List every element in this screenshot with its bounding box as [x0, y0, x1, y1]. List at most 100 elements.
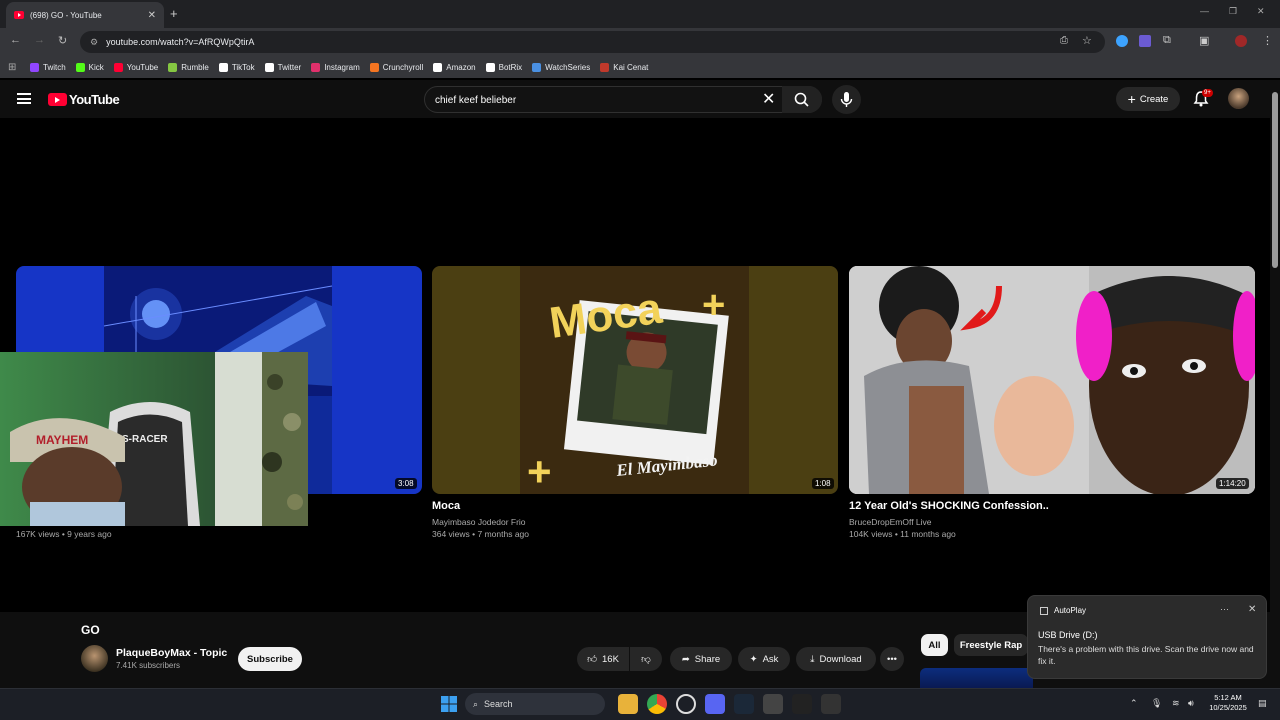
chrome-taskbar-icon[interactable] — [647, 694, 667, 714]
bookmark-label: Amazon — [446, 62, 476, 72]
bookmark-kick[interactable]: Kick — [75, 62, 104, 72]
taskbar-search-icon: ⌕ — [473, 698, 479, 709]
youtube-play-icon — [48, 93, 67, 106]
bookmark-twitter[interactable]: Twitter — [264, 62, 301, 72]
video-title: GO — [81, 623, 100, 637]
youtube-logo[interactable]: YouTube — [48, 92, 120, 107]
subscriber-count: 7.41K subscribers — [116, 661, 181, 670]
recommended-video-thumbnail[interactable] — [920, 668, 1033, 688]
cap-text: MAYHEM — [36, 433, 88, 447]
start-windows-icon[interactable] — [439, 694, 459, 714]
bookmark-crunchyroll[interactable]: Crunchyroll — [369, 62, 423, 72]
chip-all[interactable]: All — [921, 634, 948, 656]
capcut-taskbar-icon[interactable] — [792, 694, 812, 714]
window-close-icon[interactable]: ✕ — [1257, 6, 1265, 17]
forward-icon[interactable]: → — [34, 34, 45, 46]
search-input[interactable] — [435, 92, 755, 108]
create-button[interactable]: + Create — [1116, 87, 1180, 111]
bookmark-tiktok[interactable]: TikTok — [218, 62, 255, 72]
bookmark-label: TikTok — [231, 62, 255, 72]
channel-name[interactable]: PlaqueBoyMax - Topic — [116, 647, 227, 659]
dislike-button[interactable]: 👎︎ — [630, 647, 662, 671]
browser-tab[interactable]: (698) GO - YouTube ✕ — [6, 2, 164, 28]
sparkle-icon: ✦ — [749, 653, 758, 665]
back-icon[interactable]: ← — [10, 34, 21, 46]
toast-close-icon[interactable]: ✕ — [1248, 604, 1256, 615]
bookmark-favicon-icon — [168, 62, 178, 72]
game-taskbar-icon[interactable] — [821, 694, 841, 714]
chip-freestyle-rap[interactable]: Freestyle Rap — [954, 634, 1028, 656]
bookmark-favicon-icon — [218, 62, 228, 72]
cast-icon[interactable]: ⎙ — [1060, 35, 1068, 46]
taskbar-search-box[interactable]: ⌕ Search — [465, 693, 605, 715]
site-info-icon[interactable]: ⚙ — [90, 37, 98, 48]
bookmark-botrix[interactable]: BotRix — [485, 62, 523, 72]
bookmark-favicon-icon — [433, 62, 443, 72]
more-actions-button[interactable]: ••• — [880, 647, 904, 671]
apps-grid-icon[interactable]: ⊞ — [8, 62, 30, 73]
video-thumbnail-3[interactable] — [849, 266, 1255, 494]
voice-search-button[interactable] — [832, 85, 861, 114]
video-title-2[interactable]: Moca — [432, 500, 460, 512]
extension-1-icon[interactable] — [1116, 35, 1128, 47]
system-clock[interactable]: 5:12 AM 10/25/2025 — [1204, 693, 1252, 713]
profile-avatar-icon[interactable] — [1235, 35, 1247, 47]
bookmark-label: BotRix — [498, 62, 523, 72]
thumbs-up-icon: 👍︎ — [587, 654, 598, 665]
share-button[interactable]: ➦ Share — [670, 647, 732, 671]
bookmark-twitch[interactable]: Twitch — [30, 62, 66, 72]
discord-taskbar-icon[interactable] — [705, 694, 725, 714]
clear-search-icon[interactable]: ✕ — [762, 89, 775, 109]
taskbar-search-placeholder: Search — [484, 699, 513, 709]
extension-2-icon[interactable] — [1139, 35, 1151, 47]
new-tab-icon[interactable]: + — [170, 6, 178, 21]
bookmark-star-icon[interactable]: ☆ — [1082, 34, 1092, 47]
notification-center-icon[interactable]: ▤ — [1258, 698, 1267, 709]
minimize-icon[interactable]: — — [1200, 6, 1209, 16]
search-button[interactable] — [782, 86, 822, 113]
file-explorer-icon[interactable] — [618, 694, 638, 714]
video-title-3[interactable]: 12 Year Old's SHOCKING Confession.. — [849, 500, 1049, 512]
video-channel-2[interactable]: Mayimbaso Jodedor Frio — [432, 517, 526, 527]
ask-button[interactable]: ✦ Ask — [738, 647, 790, 671]
bookmark-watchseries[interactable]: WatchSeries — [532, 62, 590, 72]
bookmark-label: YouTube — [126, 62, 159, 72]
account-avatar[interactable] — [1228, 88, 1249, 109]
moca-thumbnail-art: Moca + + El Mayimbaso — [520, 266, 749, 494]
tab-close-icon[interactable]: ✕ — [148, 10, 156, 21]
bookmark-label: Rumble — [181, 62, 209, 72]
bookmark-instagram[interactable]: Instagram — [311, 62, 360, 72]
scrollbar-thumb[interactable] — [1272, 92, 1278, 268]
bookmark-youtube[interactable]: YouTube — [113, 62, 159, 72]
share-icon: ➦ — [681, 653, 690, 665]
bookmark-amazon[interactable]: Amazon — [433, 62, 476, 72]
toast-more-icon[interactable]: ··· — [1220, 604, 1229, 614]
maximize-icon[interactable]: ❐ — [1229, 6, 1237, 17]
subscribe-button[interactable]: Subscribe — [238, 647, 302, 671]
download-button[interactable]: ⤓ Download — [796, 647, 876, 671]
bookmark-kai-cenat[interactable]: Kai Cenat — [600, 62, 648, 72]
obs-taskbar-icon[interactable] — [763, 694, 783, 714]
steam-taskbar-icon[interactable] — [734, 694, 754, 714]
tray-wifi-icon[interactable]: ≋ — [1172, 698, 1180, 709]
webcam-overlay: S-RACER MAYHEM — [0, 352, 308, 526]
chrome-menu-icon[interactable]: ⋮ — [1262, 34, 1273, 47]
address-bar[interactable]: ⚙ youtube.com/watch?v=AfRQWpQtirA — [80, 31, 1105, 53]
like-button[interactable]: 👍︎ 16K — [577, 647, 629, 671]
bookmark-rumble[interactable]: Rumble — [168, 62, 209, 72]
app-taskbar-icon[interactable] — [676, 694, 696, 714]
autoplay-notification[interactable]: AutoPlay ··· ✕ USB Drive (D:) There's a … — [1027, 595, 1267, 679]
notification-count-badge: 9+ — [1202, 89, 1213, 97]
clock-time: 5:12 AM — [1214, 693, 1242, 702]
channel-avatar[interactable] — [81, 645, 108, 672]
reload-icon[interactable]: ↻ — [58, 34, 67, 47]
menu-icon[interactable] — [17, 93, 31, 104]
like-count: 16K — [602, 653, 619, 665]
video-thumbnail-2[interactable]: Moca + + El Mayimbaso — [432, 266, 838, 494]
tray-chevron-icon[interactable]: ⌃ — [1130, 698, 1138, 709]
tray-mic-icon[interactable]: 🎙︎ — [1151, 698, 1162, 709]
video-channel-3[interactable]: BruceDropEmOff Live — [849, 517, 932, 527]
side-panel-icon[interactable]: ▣ — [1199, 34, 1209, 47]
extensions-puzzle-icon[interactable]: ⧉ — [1163, 34, 1171, 47]
tray-volume-icon[interactable]: 🔊︎ — [1188, 698, 1194, 709]
